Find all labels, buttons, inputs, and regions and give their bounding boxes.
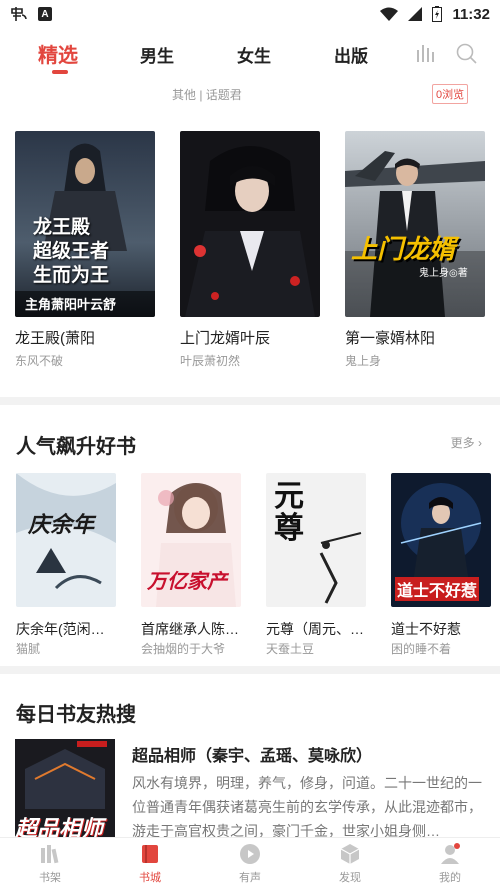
cover-subtitle-text: 鬼上身◎著 — [419, 268, 468, 279]
cover-title-text: 龙王殿 超级王者 生而为王 — [33, 216, 110, 286]
featured-book-1[interactable]: 龙王殿 超级王者 生而为王 主角萧阳叶云舒 龙王殿(萧阳 东风不破 — [15, 131, 155, 368]
popular-book-2[interactable]: 万亿家产 首席继承人陈… 会抽烟的于大爷 — [141, 473, 241, 656]
bottom-nav: 书架 书城 有声 发现 我的 — [0, 837, 500, 889]
app-notification-icon — [11, 7, 27, 21]
topic-links[interactable]: 其他 | 话题君 — [172, 86, 242, 103]
book-author: 叶辰萧初然 — [180, 354, 241, 368]
book-cover[interactable]: 元尊 — [266, 473, 366, 607]
nav-discover[interactable]: 发现 — [300, 838, 400, 889]
cover-title-text: 元尊 — [274, 479, 304, 546]
book-cover[interactable]: 万亿家产 — [141, 473, 241, 607]
wifi-icon — [380, 7, 399, 21]
nav-label: 书城 — [139, 872, 161, 884]
book-title[interactable]: 第一豪婿林阳 — [345, 327, 435, 348]
book-description[interactable]: 风水有境界，明理，养气，修身，问道。二十一世纪的一位普通青年偶获诸葛亮生前的玄学… — [132, 771, 484, 843]
book-author: 会抽烟的于大爷 — [141, 642, 226, 656]
book-title[interactable]: 超品相师（秦宇、孟瑶、莫咏欣） — [132, 742, 372, 766]
book-cover[interactable]: 上门龙婿 鬼上身◎著 — [345, 131, 485, 317]
cover-title-text: 万亿家产 — [147, 569, 227, 593]
notification-badge-icon: A — [38, 7, 52, 21]
tab-female[interactable]: 女生 — [237, 42, 271, 67]
nav-profile[interactable]: 我的 — [400, 838, 500, 889]
book-author: 鬼上身 — [345, 354, 382, 368]
nav-audio[interactable]: 有声 — [200, 838, 300, 889]
user-icon — [441, 843, 460, 864]
book-title[interactable]: 道士不好惹 — [391, 619, 500, 639]
section-divider — [0, 666, 500, 674]
active-tab-indicator — [52, 70, 68, 74]
section-title-hot-search: 每日书友热搜 — [16, 702, 136, 726]
book-title[interactable]: 庆余年(范闲… — [16, 619, 128, 639]
book-title[interactable]: 上门龙婿叶辰 — [180, 327, 270, 348]
book-title[interactable]: 首席继承人陈… — [141, 619, 253, 639]
nav-label: 书架 — [39, 872, 61, 884]
tab-male[interactable]: 男生 — [140, 42, 174, 67]
battery-icon — [432, 6, 443, 22]
book-title[interactable]: 龙王殿(萧阳 — [15, 327, 95, 348]
book-title[interactable]: 元尊（周元、… — [266, 619, 378, 639]
section-divider — [0, 397, 500, 405]
nav-label: 有声 — [239, 872, 261, 884]
cover-title-text: 道士不好惹 — [395, 577, 480, 601]
search-icon[interactable] — [455, 42, 477, 64]
play-icon — [240, 844, 260, 864]
signal-icon — [408, 7, 423, 21]
bookstore-icon — [142, 845, 158, 863]
status-bar: A 11:32 — [0, 0, 500, 28]
cube-icon — [340, 844, 360, 864]
popular-book-4[interactable]: 道士不好惹 道士不好惹 困的睡不着 — [391, 473, 491, 656]
tab-featured[interactable]: 精选 — [38, 39, 78, 68]
ranking-icon[interactable] — [414, 42, 436, 64]
section-title-popular: 人气飙升好书 — [16, 434, 136, 458]
nav-bookshelf[interactable]: 书架 — [0, 838, 100, 889]
cover-subtitle-text: 主角萧阳叶云舒 — [25, 297, 117, 312]
browse-count-badge[interactable]: 0浏览 — [432, 84, 469, 104]
book-cover[interactable]: 龙王殿 超级王者 生而为王 主角萧阳叶云舒 — [15, 131, 155, 317]
sub-header: 其他 | 话题君 0浏览 — [0, 84, 500, 104]
more-link[interactable]: 更多 › — [451, 434, 482, 451]
nav-bookstore[interactable]: 书城 — [100, 838, 200, 889]
clock: 11:32 — [452, 5, 490, 23]
popular-book-3[interactable]: 元尊 元尊（周元、… 天蚕土豆 — [266, 473, 366, 656]
book-cover[interactable]: 超品相师 — [15, 739, 115, 839]
nav-label: 发现 — [339, 872, 361, 884]
bookshelf-icon — [41, 845, 59, 864]
nav-label: 我的 — [439, 872, 461, 884]
book-author: 困的睡不着 — [391, 642, 452, 656]
book-author: 天蚕土豆 — [266, 642, 315, 656]
book-cover[interactable] — [180, 131, 320, 317]
cover-title-text: 超品相师 — [15, 816, 104, 839]
book-author: 猫腻 — [16, 642, 41, 656]
popular-book-1[interactable]: 庆余年 庆余年(范闲… 猫腻 — [16, 473, 116, 656]
top-tab-bar: 精选 男生 女生 出版 — [0, 34, 500, 78]
featured-book-2[interactable]: 上门龙婿叶辰 叶辰萧初然 — [180, 131, 320, 368]
book-cover[interactable]: 庆余年 — [16, 473, 116, 607]
featured-book-3[interactable]: 上门龙婿 鬼上身◎著 第一豪婿林阳 鬼上身 — [345, 131, 485, 368]
tab-publish[interactable]: 出版 — [334, 42, 368, 67]
cover-title-text: 庆余年 — [28, 512, 95, 538]
cover-title-text: 上门龙婿 — [351, 235, 456, 265]
book-author: 东风不破 — [15, 354, 64, 368]
book-cover[interactable]: 道士不好惹 — [391, 473, 491, 607]
